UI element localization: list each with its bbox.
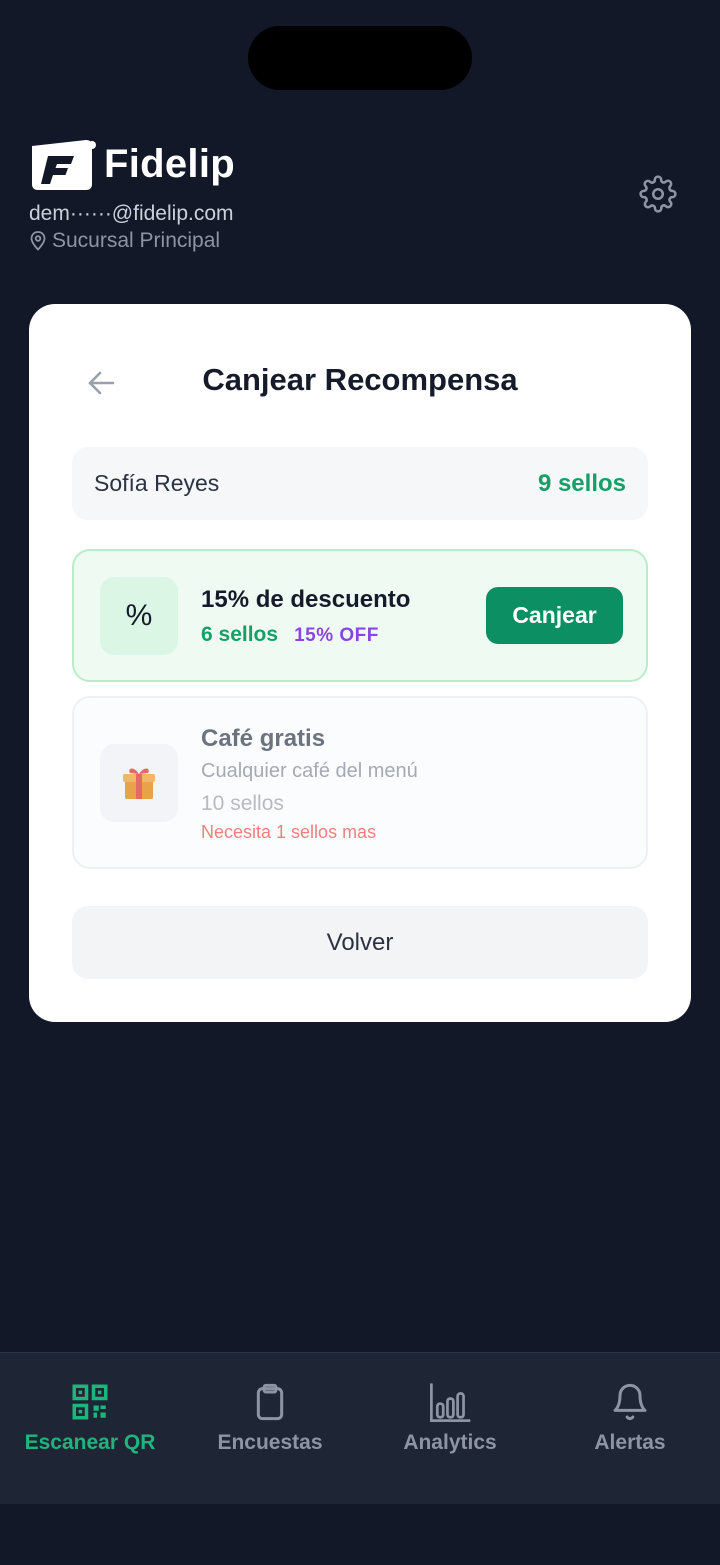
tab-encuestas[interactable]: Encuestas xyxy=(180,1379,360,1479)
tab-label: Encuestas xyxy=(217,1431,323,1454)
brand-header: Fidelip xyxy=(28,134,235,194)
tab-escanear-qr[interactable]: Escanear QR xyxy=(0,1379,180,1479)
percent-icon: % xyxy=(100,577,178,655)
customer-stamps: 9 sellos xyxy=(537,469,626,497)
reward-badge: 15% OFF xyxy=(294,625,379,646)
reward-meta: 6 sellos 15% OFF xyxy=(201,623,379,647)
customer-summary: Sofía Reyes 9 sellos xyxy=(72,447,648,520)
gift-icon-graphic xyxy=(123,768,155,799)
account-email: dem······@fidelip.com xyxy=(29,202,234,225)
customer-name: Sofía Reyes xyxy=(94,470,220,496)
reward-requirement: Necesita 1 sellos mas xyxy=(201,822,377,842)
card-title: Canjear Recompensa xyxy=(202,362,518,397)
redeem-button[interactable]: Canjear xyxy=(486,587,623,644)
reward-title: 15% de descuento xyxy=(201,586,411,613)
tab-analytics[interactable]: Analytics xyxy=(360,1379,540,1479)
account-branch: Sucursal Principal xyxy=(30,229,220,253)
qr-code-icon xyxy=(72,1384,108,1420)
gift-icon xyxy=(100,744,178,822)
bell-icon xyxy=(613,1383,647,1421)
reward-stamps: 6 sellos xyxy=(201,623,279,646)
reward-item-discount: % 15% de descuento 6 sellos 15% OFF Canj… xyxy=(72,549,648,682)
tab-label: Alertas xyxy=(594,1431,666,1454)
reward-item-free-coffee: Café gratis Cualquier café del menú 10 s… xyxy=(72,696,648,869)
brand-name: Fidelip xyxy=(104,141,235,186)
camera-notch xyxy=(248,26,472,90)
bottom-tab-bar: Escanear QR Encuestas Analytics Alertas xyxy=(0,1352,720,1504)
clipboard-icon xyxy=(256,1383,284,1421)
tab-label: Escanear QR xyxy=(24,1431,156,1454)
reward-description: Cualquier café del menú xyxy=(201,760,418,782)
redeem-reward-card: Canjear Recompensa Sofía Reyes 9 sellos … xyxy=(29,304,691,1022)
reward-title: Café gratis xyxy=(201,725,326,752)
gear-icon xyxy=(639,175,677,213)
volver-button[interactable]: Volver xyxy=(72,906,648,979)
bar-chart-icon xyxy=(430,1383,471,1422)
reward-stamps: 10 sellos xyxy=(201,792,284,815)
tab-label: Analytics xyxy=(403,1431,497,1454)
settings-button[interactable] xyxy=(636,172,680,216)
branch-label: Sucursal Principal xyxy=(52,229,221,252)
location-pin-icon xyxy=(30,231,46,251)
fidelip-logo-icon xyxy=(32,140,96,190)
tab-alertas[interactable]: Alertas xyxy=(540,1379,720,1479)
